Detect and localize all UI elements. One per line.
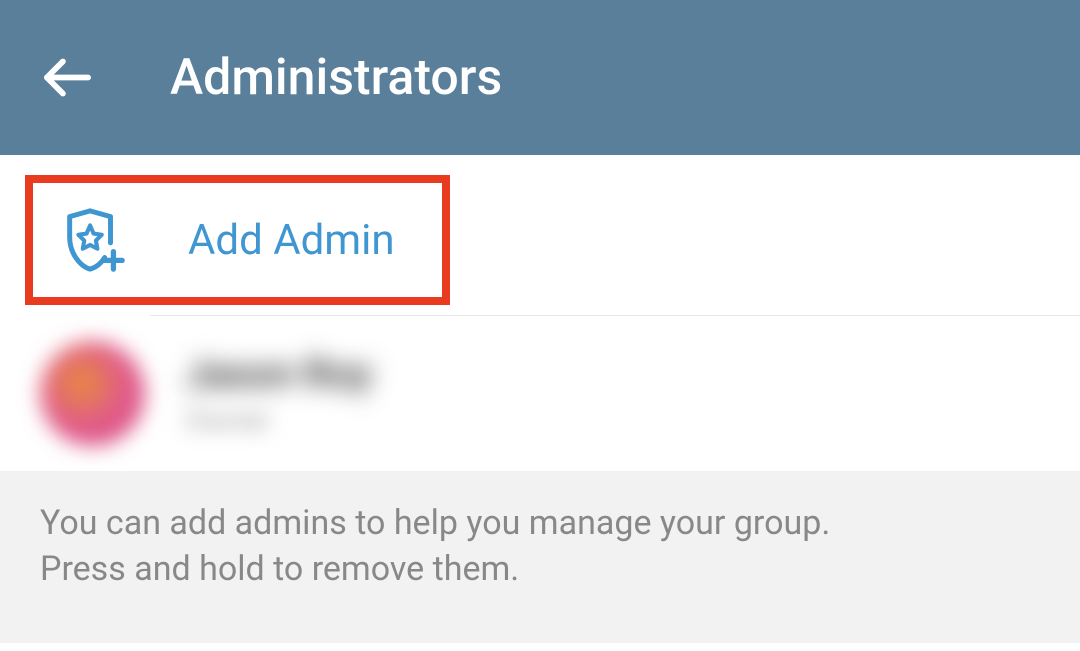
admin-role: Owner [185, 403, 372, 438]
footer-info: You can add admins to help you manage yo… [0, 471, 1080, 643]
header: Administrators [0, 0, 1080, 155]
avatar [40, 341, 145, 446]
footer-text-line1: You can add admins to help you manage yo… [40, 501, 1040, 547]
back-arrow-icon[interactable] [40, 50, 95, 105]
add-admin-button[interactable]: Add Admin [25, 175, 450, 305]
footer-text-line2: Press and hold to remove them. [40, 547, 1040, 593]
add-admin-label: Add Admin [188, 216, 395, 265]
shield-star-add-icon [58, 205, 128, 275]
admin-name: Jason Roy [185, 350, 372, 397]
page-title: Administrators [170, 49, 502, 107]
admin-info: Jason Roy Owner [185, 350, 372, 438]
admin-list-item[interactable]: Jason Roy Owner [0, 316, 1080, 471]
